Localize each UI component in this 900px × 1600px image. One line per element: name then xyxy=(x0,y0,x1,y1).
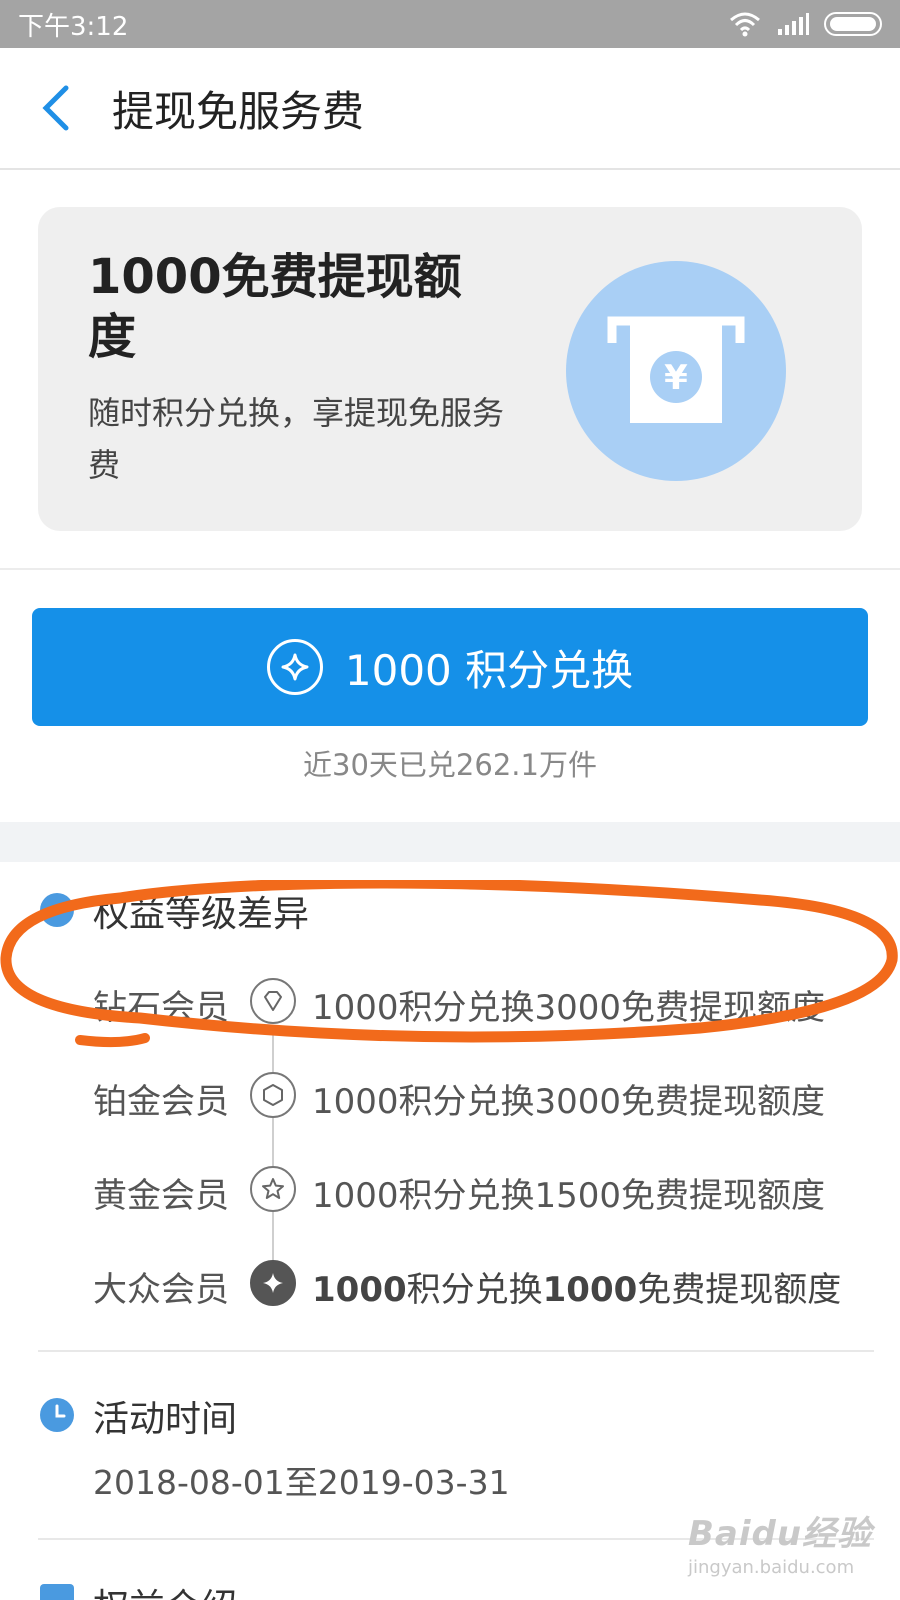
page-title: 提现免服务费 xyxy=(112,86,365,136)
watermark-url: jingyan.baidu.com xyxy=(688,1557,855,1578)
exchange-button-label: 1000 积分兑换 xyxy=(344,645,634,695)
activity-time-title: 活动时间 xyxy=(93,1399,238,1440)
divider xyxy=(38,1350,874,1352)
back-button[interactable] xyxy=(0,48,110,168)
hero-title: 1000免费提现额度 xyxy=(88,249,462,365)
wifi-icon xyxy=(730,12,760,37)
watermark: Baidu经验 jingyan.baidu.com xyxy=(688,1506,872,1578)
level-name: 钻石会员 xyxy=(93,988,229,1028)
level-row-gold: 黄金会员 1000积分兑换1500免费提现额度 xyxy=(0,1160,900,1220)
watermark-logo: Baidu经验 xyxy=(688,1514,873,1554)
level-desc-amount: 1000 xyxy=(542,1270,638,1310)
hero-card: 1000免费提现额度 随时积分兑换，享提现免服务费 ¥ xyxy=(38,207,862,531)
star-icon xyxy=(250,1166,296,1212)
hero-subtitle: 随时积分兑换，享提现免服务费 xyxy=(88,394,505,484)
level-desc-points: 1000 xyxy=(312,1270,407,1310)
level-name: 黄金会员 xyxy=(93,1176,229,1216)
divider xyxy=(0,568,900,570)
sparkle-icon xyxy=(250,1260,296,1306)
levels-section-icon xyxy=(40,893,74,927)
level-desc: 1000积分兑换3000免费提现额度 xyxy=(312,1082,826,1122)
redeemed-count: 近30天已兑262.1万件 xyxy=(303,748,597,782)
status-icons xyxy=(728,11,882,37)
atm-yuan-icon: ¥ xyxy=(566,261,786,481)
level-desc: 1000积分兑换3000免费提现额度 xyxy=(312,988,826,1028)
nav-bar: 提现免服务费 xyxy=(0,48,900,170)
levels-title: 权益等级差异 xyxy=(93,894,310,935)
level-desc: 1000积分兑换1000免费提现额度 xyxy=(312,1262,841,1311)
level-row-standard: 大众会员 1000积分兑换1000免费提现额度 xyxy=(0,1254,900,1314)
clock-icon xyxy=(40,1398,74,1432)
yuan-symbol: ¥ xyxy=(664,358,688,398)
level-row-platinum: 铂金会员 1000积分兑换3000免费提现额度 xyxy=(0,1066,900,1126)
document-icon xyxy=(40,1584,74,1600)
diamond-icon xyxy=(250,978,296,1024)
exchange-button[interactable]: 1000 积分兑换 xyxy=(32,608,868,726)
level-desc-mid: 积分兑换 xyxy=(406,1270,543,1310)
hexagon-badge-icon xyxy=(250,1072,296,1118)
battery-icon xyxy=(824,12,882,36)
section-spacer xyxy=(0,822,900,862)
status-bar: 下午3:12 xyxy=(0,0,900,48)
status-time: 下午3:12 xyxy=(18,11,129,42)
sparkle-icon xyxy=(266,639,323,695)
chevron-left-icon xyxy=(42,85,69,131)
level-name: 大众会员 xyxy=(93,1270,229,1310)
level-desc: 1000积分兑换1500免费提现额度 xyxy=(312,1176,826,1216)
signal-icon xyxy=(778,13,809,35)
level-row-diamond: 钻石会员 1000积分兑换3000免费提现额度 xyxy=(0,972,900,1032)
rules-title: 权益介绍 xyxy=(93,1578,237,1600)
level-name: 铂金会员 xyxy=(93,1082,229,1122)
activity-time-value: 2018-08-01至2019-03-31 xyxy=(93,1463,510,1502)
level-desc-end: 免费提现额度 xyxy=(637,1270,842,1310)
